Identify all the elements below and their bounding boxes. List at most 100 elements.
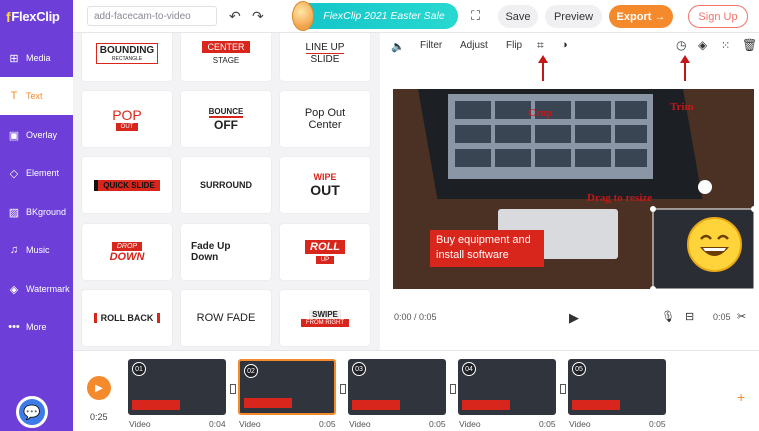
timeline-play-button[interactable]: ▶ bbox=[87, 376, 111, 400]
template-subtitle: UP bbox=[315, 256, 335, 264]
timeline-clip-2[interactable]: 02 bbox=[238, 359, 336, 415]
video-caption[interactable]: Buy equipment and install software bbox=[430, 230, 544, 267]
transition-icon[interactable] bbox=[450, 384, 456, 394]
project-name-input[interactable]: add-facecam-to-video bbox=[87, 6, 217, 26]
clip-caption-bar bbox=[462, 400, 510, 410]
template-title: ROLL BACK bbox=[93, 313, 161, 323]
template-subtitle: OUT bbox=[310, 182, 340, 198]
sidebar-item-watermark[interactable]: ◈ Watermark bbox=[0, 270, 73, 308]
template-fade-up-down[interactable]: Fade Up Down bbox=[181, 224, 271, 280]
timeline-clip-1[interactable]: 01 bbox=[128, 359, 226, 415]
crop-arrow-head bbox=[538, 55, 548, 63]
template-wipe-out[interactable]: WIPE OUT bbox=[280, 157, 370, 213]
template-title: LINE UP bbox=[305, 41, 345, 54]
sidebar-item-more[interactable]: ••• More bbox=[0, 308, 73, 346]
play-icon[interactable]: ▶ bbox=[569, 310, 579, 326]
template-title: ROLL bbox=[305, 240, 345, 254]
sidebar-item-element[interactable]: ◇ Element bbox=[0, 154, 73, 192]
video-canvas[interactable]: Buy equipment and install software Drag … bbox=[393, 89, 754, 289]
text-icon: T bbox=[10, 90, 18, 102]
transition-icon[interactable] bbox=[560, 384, 566, 394]
sidebar-item-text[interactable]: T Text bbox=[0, 77, 73, 115]
sidebar-item-label: More bbox=[26, 322, 47, 332]
timeline-clip-4[interactable]: 04 bbox=[458, 359, 556, 415]
template-subtitle: SLIDE bbox=[310, 53, 340, 65]
transition-icon[interactable] bbox=[340, 384, 346, 394]
clip-number: 02 bbox=[244, 364, 258, 378]
watermark-icon: ◈ bbox=[9, 283, 19, 296]
scissors-icon[interactable]: ✂ bbox=[737, 310, 746, 323]
timeline: ▶ 0:25 01 02 03 04 05 Video 0:04 Video 0… bbox=[73, 350, 759, 431]
sidebar-item-label: Overlay bbox=[26, 130, 58, 140]
sidebar-item-label: BKground bbox=[26, 207, 67, 217]
clip-label: Video bbox=[349, 419, 371, 429]
sidebar-item-music[interactable]: ♫ Music bbox=[0, 231, 73, 269]
template-subtitle: Center bbox=[308, 119, 342, 131]
smiley-emoji-overlay[interactable] bbox=[687, 217, 742, 272]
trim-annotation: Trim bbox=[670, 101, 694, 113]
clip-duration: 0:05 bbox=[649, 419, 666, 429]
current-time: 0:00 / 0:05 bbox=[394, 312, 437, 322]
resize-handle[interactable] bbox=[650, 206, 656, 212]
sidebar: ⊞ Media T Text ▣ Overlay ◇ Element ▨ BKg… bbox=[0, 33, 73, 431]
save-button[interactable]: Save bbox=[498, 5, 538, 28]
chat-button[interactable]: 💬 bbox=[16, 396, 48, 428]
sidebar-item-label: Text bbox=[26, 91, 43, 101]
rotate-handle[interactable] bbox=[698, 180, 712, 194]
transition-icon[interactable] bbox=[230, 384, 236, 394]
timeline-clip-5[interactable]: 05 bbox=[568, 359, 666, 415]
logo[interactable]: f FlexClip bbox=[0, 0, 73, 33]
media-icon: ⊞ bbox=[9, 52, 19, 65]
clip-caption-bar bbox=[132, 400, 180, 410]
sidebar-item-label: Media bbox=[26, 53, 51, 63]
clip-duration: 0:05 bbox=[429, 419, 446, 429]
playback-bar: 0:00 / 0:05 ▶ 🎙 ⊟ 0:05 ✂ bbox=[380, 298, 759, 350]
template-quick-slide[interactable]: QUICK SLIDE bbox=[82, 157, 172, 213]
template-subtitle: Down bbox=[191, 252, 219, 263]
template-drop-down[interactable]: DROP DOWN bbox=[82, 224, 172, 280]
template-bounce-off[interactable]: BOUNCE OFF bbox=[181, 91, 271, 147]
redo-icon[interactable]: ↷ bbox=[252, 8, 264, 24]
template-roll-back[interactable]: ROLL BACK bbox=[82, 290, 172, 346]
template-swipe-from-right[interactable]: SWIPE FROM RIGHT bbox=[280, 290, 370, 346]
template-title: Fade Up bbox=[191, 241, 231, 252]
preview-button[interactable]: Preview bbox=[545, 5, 602, 28]
template-row-fade[interactable]: ROW FADE bbox=[181, 290, 271, 346]
more-icon: ••• bbox=[8, 321, 20, 333]
sidebar-item-label: Music bbox=[26, 245, 50, 255]
editor-area: 🔈 Filter Adjust Flip ⌗ ◑ ◷ ◈ ⁙ 🗑 Buy equ… bbox=[380, 33, 759, 350]
template-pop-out[interactable]: POP OUT bbox=[82, 91, 172, 147]
template-line-up-slide[interactable]: LINE UP SLIDE bbox=[280, 33, 370, 81]
sidebar-item-label: Element bbox=[26, 168, 60, 178]
overlay-icon: ▣ bbox=[8, 129, 20, 142]
split-icon[interactable]: ⊟ bbox=[685, 310, 694, 323]
template-title: Pop Out bbox=[304, 107, 346, 119]
export-button[interactable]: Export → bbox=[609, 5, 673, 28]
fullscreen-icon[interactable]: ⛶ bbox=[471, 8, 480, 24]
clip-label: Video bbox=[569, 419, 591, 429]
template-title: POP bbox=[112, 107, 142, 123]
template-title: DROP bbox=[111, 241, 143, 251]
trim-arrow-head bbox=[680, 55, 690, 63]
sign-up-button[interactable]: Sign Up bbox=[688, 5, 748, 28]
template-roll-up[interactable]: ROLL UP bbox=[280, 224, 370, 280]
add-clip-icon[interactable]: + bbox=[737, 389, 745, 405]
promo-banner[interactable]: FlexClip 2021 Easter Sale bbox=[292, 3, 458, 29]
drag-to-resize-annotation: Drag to resize bbox=[587, 192, 653, 204]
text-template-panel: BOUNDING RECTANGLE CENTER STAGE LINE UP … bbox=[73, 33, 380, 350]
sidebar-item-background[interactable]: ▨ BKground bbox=[0, 193, 73, 231]
sidebar-item-overlay[interactable]: ▣ Overlay bbox=[0, 116, 73, 154]
timeline-clip-3[interactable]: 03 bbox=[348, 359, 446, 415]
template-bounding-rectangle[interactable]: BOUNDING RECTANGLE bbox=[82, 33, 172, 81]
template-center-stage[interactable]: CENTER STAGE bbox=[181, 33, 271, 81]
template-surround[interactable]: SURROUND bbox=[181, 157, 271, 213]
undo-icon[interactable]: ↶ bbox=[229, 8, 241, 24]
clip-label: Video bbox=[459, 419, 481, 429]
template-title: QUICK SLIDE bbox=[94, 179, 160, 191]
template-subtitle: RECTANGLE bbox=[111, 55, 143, 62]
template-title: WIPE bbox=[313, 172, 337, 182]
crop-annotation: Crop bbox=[528, 107, 553, 119]
microphone-icon[interactable]: 🎙 bbox=[661, 310, 675, 323]
sidebar-item-media[interactable]: ⊞ Media bbox=[0, 39, 73, 77]
template-pop-out-center[interactable]: Pop Out Center bbox=[280, 91, 370, 147]
